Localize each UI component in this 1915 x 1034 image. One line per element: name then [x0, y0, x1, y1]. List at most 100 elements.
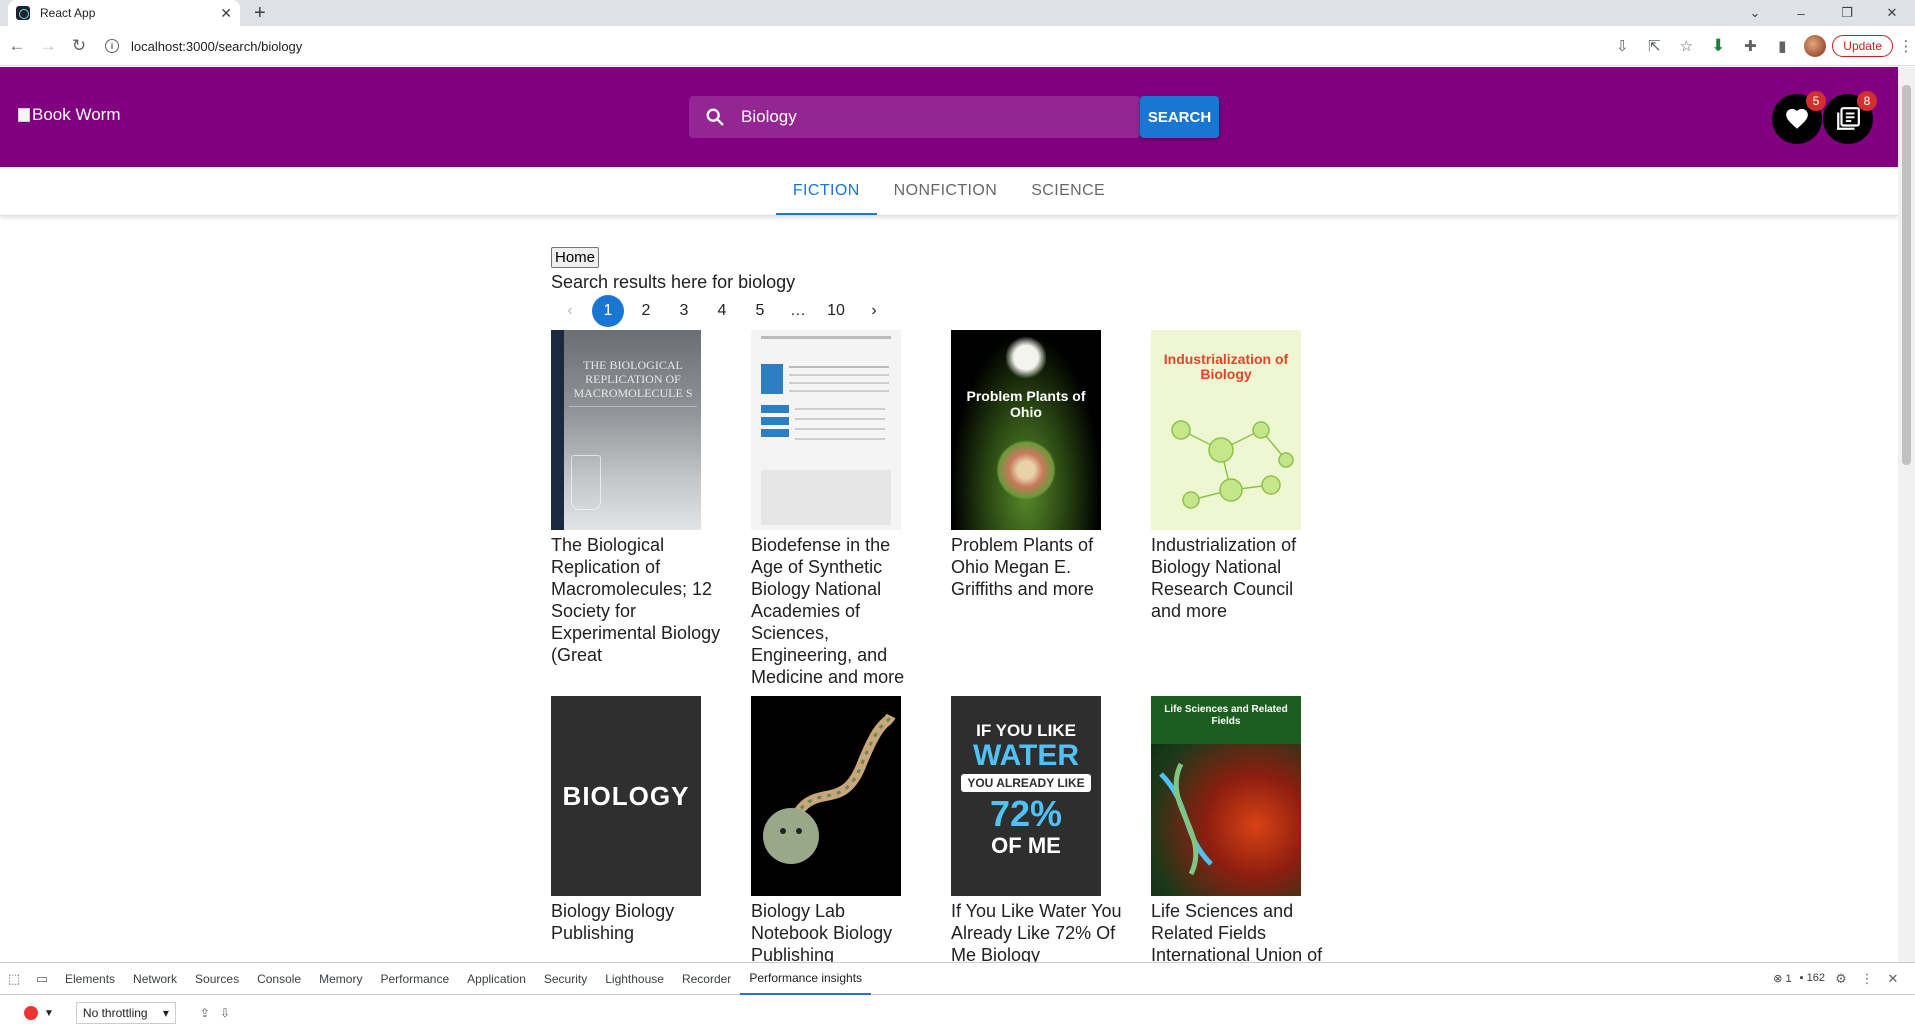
reload-icon[interactable]: ↻: [65, 36, 93, 56]
library-books-icon: [1837, 107, 1860, 130]
heart-icon: [1786, 108, 1808, 129]
site-info-icon[interactable]: i: [105, 39, 119, 53]
book-title: Biodefense in the Age of Synthetic Biolo…: [751, 535, 905, 687]
book-card[interactable]: Problem Plants of Ohio Problem Plants of…: [951, 330, 1151, 688]
book-card[interactable]: THE BIOLOGICAL REPLICATION OF MACROMOLEC…: [551, 330, 751, 688]
extensions-puzzle-icon[interactable]: ✚: [1734, 37, 1766, 55]
biology-logo-cover[interactable]: BIOLOGY: [551, 696, 701, 896]
molecule-network-cover[interactable]: Industrialization of Biology: [1151, 330, 1301, 530]
virus-dna-cover[interactable]: [751, 696, 901, 896]
page-button-5[interactable]: 5: [744, 295, 776, 327]
minimize-button[interactable]: –: [1778, 0, 1824, 26]
page-scrollbar[interactable]: [1898, 67, 1915, 962]
page-button-1[interactable]: 1: [592, 295, 624, 327]
devtools-panel: ⬚ ▭ Elements Network Sources Console Mem…: [0, 962, 1915, 1034]
favorites-count-badge: 5: [1806, 91, 1826, 111]
devtools-tab-memory[interactable]: Memory: [310, 963, 371, 995]
profile-avatar[interactable]: [1804, 35, 1827, 57]
page-button-4[interactable]: 4: [706, 295, 738, 327]
tab-nonfiction[interactable]: NONFICTION: [877, 167, 1015, 215]
tab-fiction[interactable]: FICTION: [775, 167, 877, 215]
page-button-3[interactable]: 3: [668, 295, 700, 327]
book-grid: THE BIOLOGICAL REPLICATION OF MACROMOLEC…: [551, 330, 1331, 962]
devtools-counters[interactable]: ⊗ 1 ▪ 162: [1773, 972, 1825, 985]
close-devtools-icon[interactable]: ✕: [1879, 971, 1907, 987]
water-text-cover[interactable]: IF YOU LIKE WATER YOU ALREADY LIKE 72% O…: [951, 696, 1101, 896]
update-button[interactable]: Update: [1832, 35, 1893, 57]
address-bar[interactable]: i localhost:3000/search/biology: [105, 32, 1545, 60]
error-count: ⊗ 1: [1773, 973, 1792, 985]
forward-arrow-icon[interactable]: →: [34, 36, 62, 56]
devtools-tab-security[interactable]: Security: [535, 963, 596, 995]
next-page-button[interactable]: ›: [858, 295, 890, 327]
inspect-element-icon[interactable]: ⬚: [0, 971, 28, 987]
book-card[interactable]: Biology Lab Notebook Biology Publishing: [751, 696, 951, 962]
devtools-menu-icon[interactable]: ⋮: [1853, 971, 1881, 987]
dna-helix-cover[interactable]: Life Sciences and Related Fields: [1151, 696, 1301, 896]
document-page-cover[interactable]: [751, 330, 901, 530]
home-button[interactable]: Home: [551, 247, 600, 268]
menu-kebab-icon[interactable]: ⋮: [1897, 37, 1915, 55]
page-ellipsis: …: [790, 302, 806, 319]
browser-tab[interactable]: React App ✕: [8, 0, 240, 26]
devtools-tab-performance[interactable]: Performance: [371, 963, 458, 995]
devtools-tab-sources[interactable]: Sources: [186, 963, 248, 995]
download-profile-icon[interactable]: ⇩: [220, 1006, 230, 1020]
device-toolbar-icon[interactable]: ▭: [28, 971, 56, 987]
install-icon[interactable]: ⇩: [1606, 37, 1638, 55]
issue-count-value: 162: [1806, 972, 1825, 984]
app-root: Book Worm SEARCH 5 8 FICTION NONFICTION …: [0, 67, 1898, 962]
side-panel-icon[interactable]: ▮: [1766, 37, 1798, 55]
lab-glassware-cover[interactable]: THE BIOLOGICAL REPLICATION OF MACROMOLEC…: [551, 330, 701, 530]
site-logo[interactable]: Book Worm: [18, 105, 121, 125]
devtools-tab-lighthouse[interactable]: Lighthouse: [596, 963, 673, 995]
book-card[interactable]: Industrialization of Biology Industriali…: [1151, 330, 1351, 688]
record-button[interactable]: [24, 1006, 38, 1020]
molecule-graphic: [1171, 420, 1294, 509]
upload-icon[interactable]: ⇪: [200, 1006, 210, 1020]
restore-button[interactable]: ❐: [1824, 0, 1870, 26]
page-button-2[interactable]: 2: [630, 295, 662, 327]
download-icon[interactable]: ⬇: [1702, 36, 1734, 56]
book-card[interactable]: IF YOU LIKE WATER YOU ALREADY LIKE 72% O…: [951, 696, 1151, 962]
scrollbar-thumb[interactable]: [1902, 85, 1911, 465]
book-title: Problem Plants of Ohio Megan E. Griffith…: [951, 535, 1094, 599]
tab-science[interactable]: SCIENCE: [1014, 167, 1122, 215]
search-input[interactable]: [741, 107, 1121, 127]
toolbar-actions: ⇩ ⇱ ☆ ⬇ ✚ ▮ Update ⋮: [1606, 30, 1915, 62]
library-button[interactable]: 8: [1823, 91, 1877, 144]
share-icon[interactable]: ⇱: [1638, 37, 1670, 55]
back-arrow-icon[interactable]: ←: [3, 36, 31, 56]
new-tab-button[interactable]: +: [254, 2, 266, 25]
cover-line: IF YOU LIKE: [976, 721, 1076, 740]
book-title: Biology Lab Notebook Biology Publishing: [751, 901, 893, 962]
devtools-tab-application[interactable]: Application: [458, 963, 535, 995]
bookmark-star-icon[interactable]: ☆: [1670, 37, 1702, 55]
plant-photo-cover[interactable]: Problem Plants of Ohio: [951, 330, 1101, 530]
throttling-value: No throttling: [82, 1006, 148, 1020]
devtools-tab-elements[interactable]: Elements: [56, 963, 124, 995]
broken-image-icon: [18, 108, 30, 122]
devtools-tab-console[interactable]: Console: [248, 963, 310, 995]
logo-alt-text: Book Worm: [32, 105, 121, 124]
record-dropdown-icon[interactable]: ▼: [44, 1008, 54, 1019]
book-title: Biology Biology Publishing: [551, 901, 675, 943]
favorites-button[interactable]: 5: [1772, 91, 1826, 144]
cover-line: YOU ALREADY LIKE: [961, 774, 1091, 792]
pagination: ‹ 1 2 3 4 5 … 10 ›: [551, 294, 1331, 328]
book-card[interactable]: Life Sciences and Related Fields Life Sc…: [1151, 696, 1351, 962]
book-card[interactable]: BIOLOGY Biology Biology Publishing: [551, 696, 751, 962]
throttling-select[interactable]: No throttling ▾: [75, 1002, 176, 1024]
search-button[interactable]: SEARCH: [1140, 96, 1219, 138]
close-window-button[interactable]: ✕: [1869, 0, 1915, 26]
book-card[interactable]: Biodefense in the Age of Synthetic Biolo…: [751, 330, 951, 688]
devtools-tab-performance-insights[interactable]: Performance insights: [740, 963, 872, 995]
settings-gear-icon[interactable]: ⚙: [1827, 971, 1855, 987]
devtools-tab-recorder[interactable]: Recorder: [673, 963, 740, 995]
tab-search-icon[interactable]: ⌄: [1732, 0, 1778, 26]
error-count-value: 1: [1785, 973, 1792, 985]
prev-page-button[interactable]: ‹: [554, 295, 586, 327]
devtools-tab-network[interactable]: Network: [124, 963, 186, 995]
close-tab-icon[interactable]: ✕: [220, 5, 232, 22]
page-button-10[interactable]: 10: [820, 295, 852, 327]
